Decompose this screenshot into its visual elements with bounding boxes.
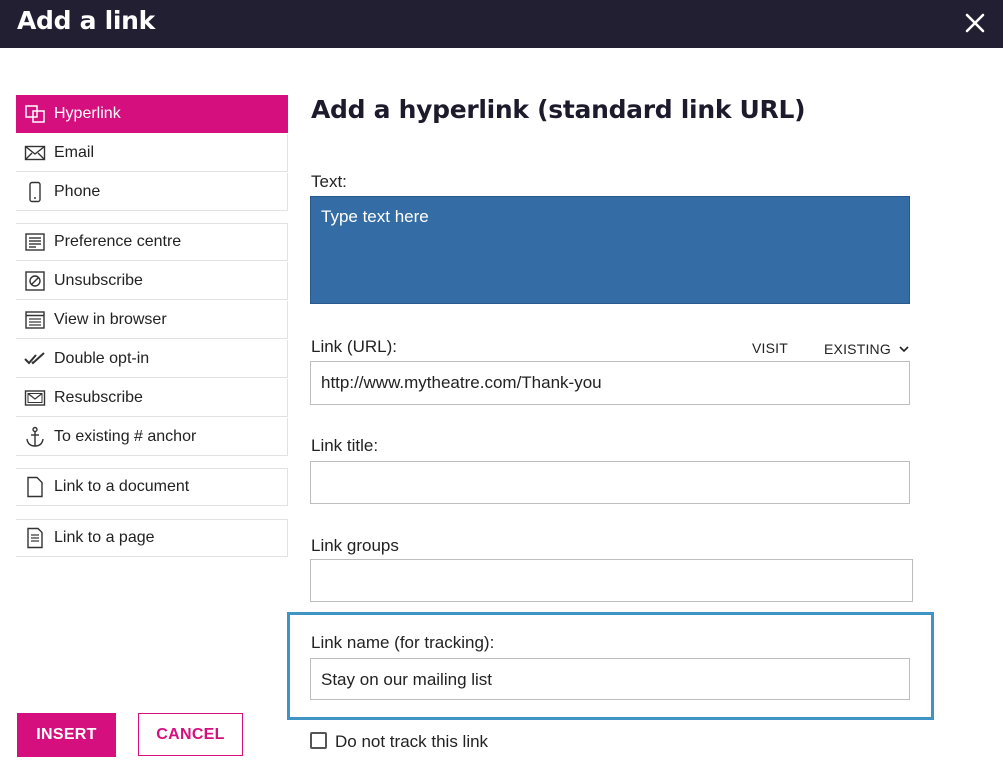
phone-icon xyxy=(24,181,46,203)
hyperlink-icon xyxy=(24,103,46,125)
sidebar-item-hyperlink[interactable]: Hyperlink xyxy=(16,95,288,133)
link-text-input[interactable]: Type text here xyxy=(310,196,910,304)
sidebar-item-preference-centre[interactable]: Preference centre xyxy=(16,223,288,261)
sidebar-item-link-to-page[interactable]: Link to a page xyxy=(16,519,288,557)
sidebar-item-label: Preference centre xyxy=(54,233,182,250)
text-label: Text: xyxy=(311,172,347,191)
link-groups-input[interactable] xyxy=(310,559,913,602)
visit-link[interactable]: VISIT xyxy=(752,340,788,356)
close-icon[interactable] xyxy=(960,8,990,38)
sidebar-item-email[interactable]: Email xyxy=(16,134,288,172)
sidebar-item-view-in-browser[interactable]: View in browser xyxy=(16,301,288,339)
page-title: Add a hyperlink (standard link URL) xyxy=(311,95,806,124)
url-label: Link (URL): xyxy=(311,337,397,356)
sidebar-item-double-opt-in[interactable]: Double opt-in xyxy=(16,340,288,378)
link-title-label: Link title: xyxy=(311,436,379,455)
dialog-titlebar: Add a link xyxy=(0,0,1003,48)
sidebar-item-label: To existing # anchor xyxy=(54,427,197,445)
chevron-down-icon xyxy=(899,340,909,356)
double-check-icon xyxy=(24,348,46,370)
sidebar-item-label: Unsubscribe xyxy=(54,271,143,289)
resubscribe-envelope-icon xyxy=(24,387,46,409)
link-groups-label: Link groups xyxy=(311,536,399,555)
url-input-value: http://www.mytheatre.com/Thank-you xyxy=(321,373,602,392)
sidebar-item-label: Email xyxy=(54,143,95,161)
existing-dropdown[interactable]: EXISTING xyxy=(824,340,909,357)
existing-label: EXISTING xyxy=(824,341,891,357)
link-title-input[interactable] xyxy=(310,461,910,504)
sidebar-item-label: Link to a document xyxy=(54,478,190,495)
envelope-icon xyxy=(24,142,46,164)
link-text-placeholder: Type text here xyxy=(321,207,429,226)
sidebar-item-label: Hyperlink xyxy=(54,104,121,122)
sidebar-item-existing-anchor[interactable]: To existing # anchor xyxy=(16,418,288,456)
sidebar-item-label: View in browser xyxy=(54,310,167,328)
sidebar-item-unsubscribe[interactable]: Unsubscribe xyxy=(16,262,288,300)
sidebar-item-link-to-document[interactable]: Link to a document xyxy=(16,468,288,506)
sidebar-item-label: Resubscribe xyxy=(54,388,143,406)
insert-button[interactable]: INSERT xyxy=(17,713,116,757)
browser-window-icon xyxy=(24,309,46,331)
anchor-icon xyxy=(24,426,46,448)
unsubscribe-icon xyxy=(24,270,46,292)
page-icon xyxy=(24,527,46,549)
sidebar-item-phone[interactable]: Phone xyxy=(16,173,288,211)
url-input[interactable]: http://www.mytheatre.com/Thank-you xyxy=(310,361,910,405)
preference-list-icon xyxy=(24,231,46,253)
do-not-track-label: Do not track this link xyxy=(335,732,489,751)
sidebar-item-label: Phone xyxy=(54,182,101,200)
sidebar-item-resubscribe[interactable]: Resubscribe xyxy=(16,379,288,417)
cancel-button[interactable]: CANCEL xyxy=(138,713,243,756)
sidebar-item-label: Double opt-in xyxy=(54,349,150,367)
sidebar-item-label: Link to a page xyxy=(54,529,155,546)
link-name-value: Stay on our mailing list xyxy=(321,670,493,689)
document-icon xyxy=(24,476,46,498)
do-not-track-checkbox[interactable] xyxy=(310,732,327,749)
link-name-label: Link name (for tracking): xyxy=(311,633,495,652)
dialog-title: Add a link xyxy=(17,6,155,35)
link-name-input[interactable]: Stay on our mailing list xyxy=(310,658,910,700)
